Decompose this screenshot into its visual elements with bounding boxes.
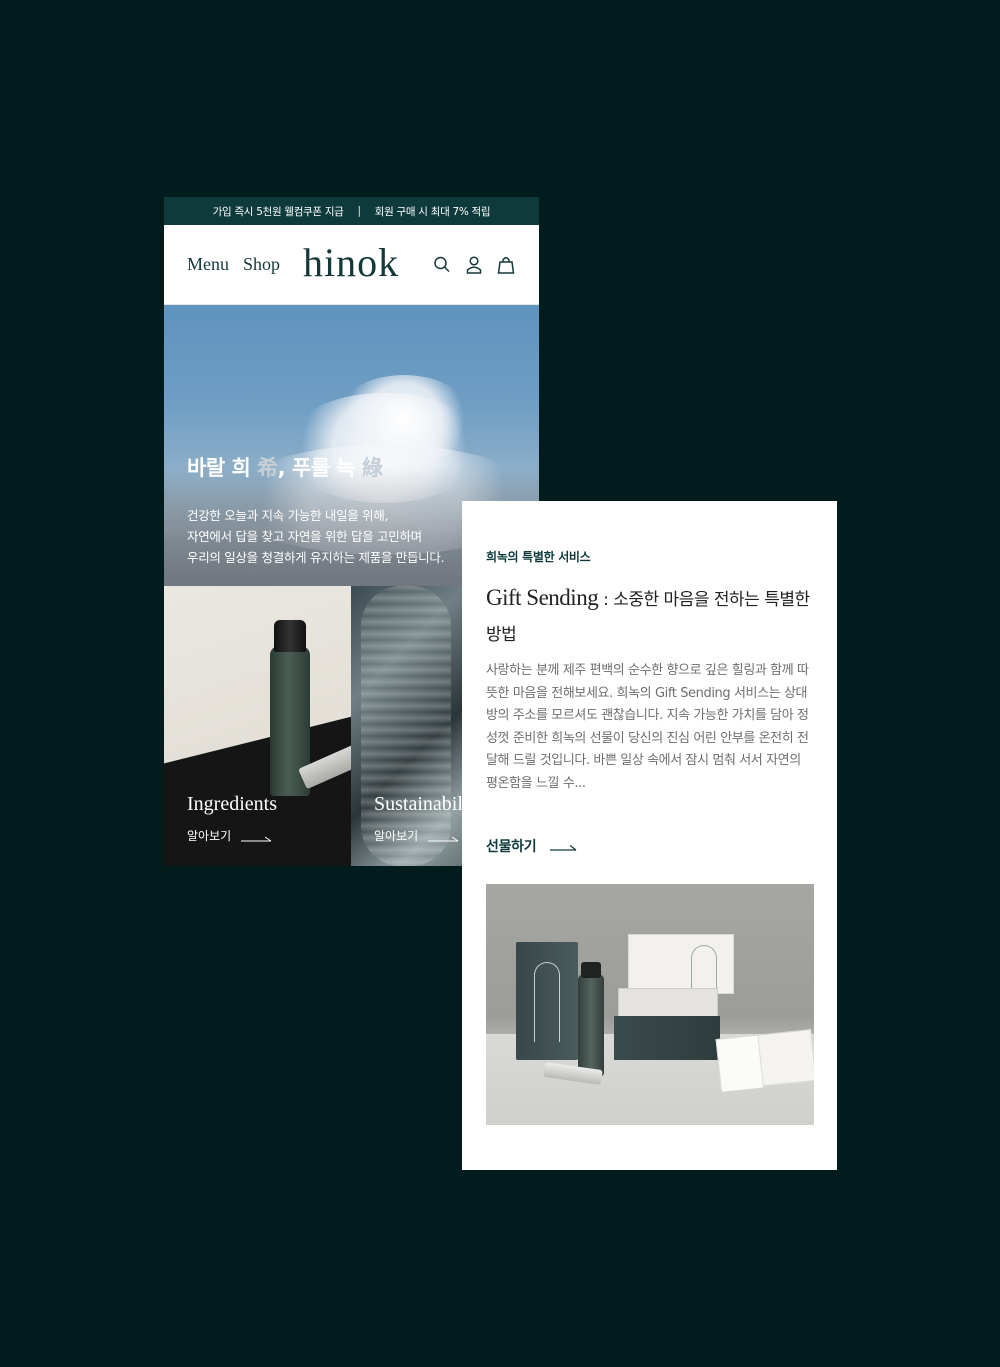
product-cap-image: [581, 962, 601, 978]
arrow-right-icon: [241, 832, 273, 841]
headline-hanja: 希: [257, 456, 278, 480]
white-gift-box: [628, 934, 734, 994]
promo-text-welcome: 가입 즉시 5천원 웰컴쿠폰 지급: [212, 205, 344, 218]
arch-graphic: [691, 945, 717, 989]
tile-title: Ingredients: [187, 793, 277, 815]
headline-part: , 푸를 녹: [277, 456, 362, 480]
hero-copy-line: 우리의 일상을 청결하게 유지하는 제품을 만듭니다.: [187, 550, 445, 565]
section-description: 사랑하는 분께 제주 편백의 순수한 향으로 깊은 힐링과 함께 따뜻한 마음을…: [486, 663, 809, 791]
gel-texture-image: [361, 586, 451, 866]
tile-link-label: 알아보기: [374, 829, 419, 843]
hero-copy-line: 건강한 오늘과 지속 가능한 내일을 위해,: [187, 508, 389, 523]
box-stripe: [716, 1035, 764, 1092]
headline-hanja: 綠: [361, 456, 383, 480]
shop-link[interactable]: Shop: [243, 254, 280, 275]
gift-set-photo: [486, 884, 814, 1125]
tile-link-label: 알아보기: [187, 829, 232, 843]
tall-gift-box: [516, 942, 578, 1060]
tile-link[interactable]: 알아보기: [374, 827, 460, 844]
hero-copy: 건강한 오늘과 지속 가능한 내일을 위해, 자연에서 답을 찾고 자연을 위한…: [187, 505, 445, 568]
arrow-right-icon: [428, 832, 460, 841]
product-bottle-image: [578, 974, 604, 1076]
hero-copy-line: 자연에서 답을 찾고 자연을 위한 답을 고민하며: [187, 529, 422, 544]
bag-icon[interactable]: [497, 255, 515, 275]
search-icon[interactable]: [433, 255, 451, 275]
promo-banner[interactable]: 가입 즉시 5천원 웰컴쿠폰 지급 | 회원 구매 시 최대 7% 적립: [164, 197, 539, 225]
section-eyebrow: 희녹의 특별한 서비스: [486, 550, 591, 564]
cta-label: 선물하기: [486, 839, 537, 855]
promo-text-points: 회원 구매 시 최대 7% 적립: [374, 205, 491, 218]
product-cap-image: [274, 620, 306, 652]
dark-gift-box: [614, 1016, 720, 1060]
account-icon[interactable]: [465, 255, 483, 275]
promo-separator: |: [357, 205, 362, 217]
headline-part: 바랄 희: [187, 456, 258, 480]
arrow-right-icon: [550, 841, 578, 851]
gift-cta-button[interactable]: 선물하기: [486, 836, 578, 856]
header-icons: [433, 255, 515, 275]
tile-link[interactable]: 알아보기: [187, 827, 273, 844]
header-nav: Menu Shop hinok: [164, 225, 539, 305]
menu-link[interactable]: Menu: [187, 254, 229, 275]
hero-headline: 바랄 희 希, 푸를 녹 綠: [187, 452, 383, 482]
tile-ingredients[interactable]: Ingredients 알아보기: [164, 586, 351, 866]
gift-sending-card: 희녹의 특별한 서비스 Gift Sending : 소중한 마음을 전하는 특…: [462, 501, 837, 1170]
section-title: Gift Sending : 소중한 마음을 전하는 특별한 방법: [486, 581, 816, 652]
title-en: Gift Sending: [486, 585, 599, 610]
arch-graphic: [534, 962, 560, 1042]
brand-logo[interactable]: hinok: [303, 239, 399, 286]
open-gift-box: [715, 1029, 814, 1092]
